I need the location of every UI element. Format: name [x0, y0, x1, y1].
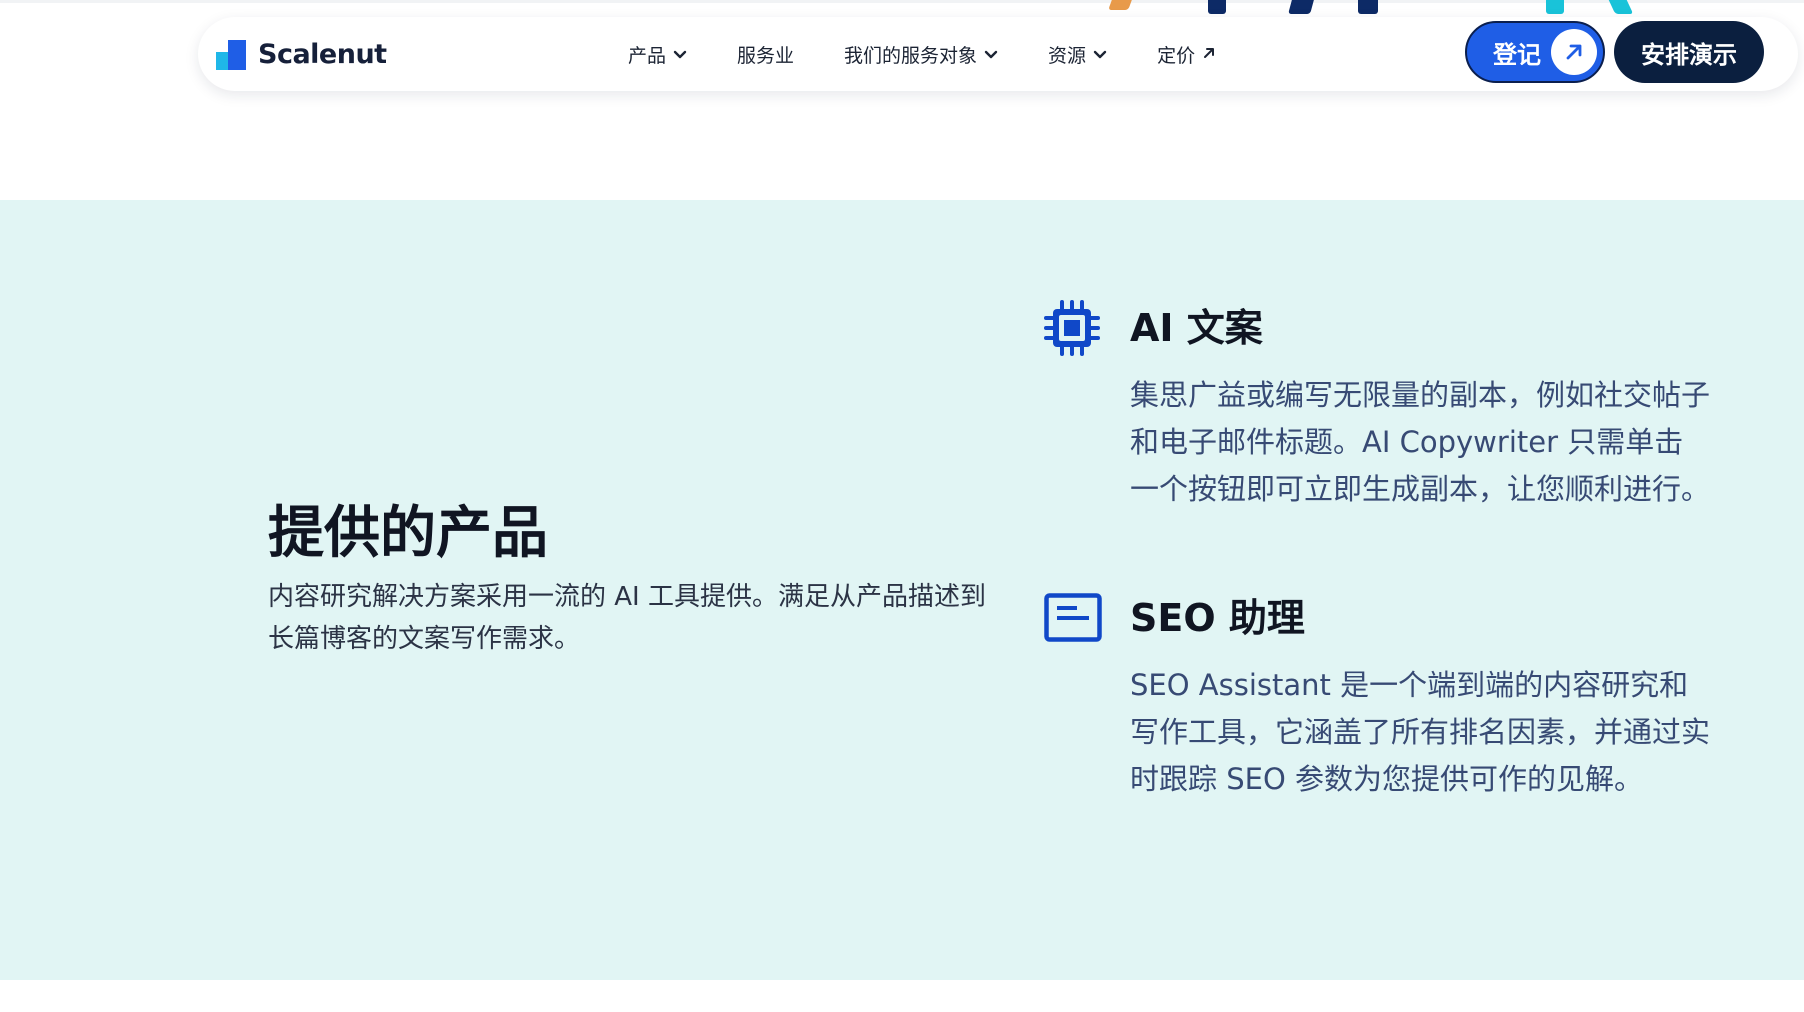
chevron-down-icon	[1093, 43, 1107, 65]
products-section: 提供的产品 内容研究解决方案采用一流的 AI 工具提供。满足从产品描述到长篇博客…	[0, 200, 1804, 980]
nav-item-label: 资源	[1048, 44, 1087, 67]
section-description: 内容研究解决方案采用一流的 AI 工具提供。满足从产品描述到长篇博客的文案写作需…	[268, 582, 986, 654]
nav-item-services[interactable]: 服务业	[737, 41, 794, 68]
nav-item-label: 产品	[628, 44, 667, 67]
external-arrow-icon	[1202, 43, 1216, 65]
navbar: Scalenut 产品 服务业 我们的服务对象 资源 定价 登记 安排演示	[198, 17, 1798, 91]
main-nav: 产品 服务业 我们的服务对象 资源 定价	[628, 17, 1266, 91]
nav-item-resources[interactable]: 资源	[1048, 41, 1107, 68]
feature-title: SEO 助理	[1130, 596, 1305, 640]
brand-name: Scalenut	[258, 39, 387, 70]
nav-item-pricing[interactable]: 定价	[1157, 41, 1216, 68]
nav-item-label: 我们的服务对象	[844, 44, 978, 67]
nav-item-label: 服务业	[737, 44, 795, 67]
chip-icon	[1044, 300, 1100, 356]
nav-item-who-we-serve[interactable]: 我们的服务对象	[844, 41, 998, 68]
section-title: 提供的产品	[268, 501, 548, 566]
illustration-fragment	[1288, 0, 1314, 14]
illustration-fragment	[1546, 0, 1564, 14]
arrow-up-right-icon	[1551, 29, 1597, 75]
feature-title: AI 文案	[1130, 306, 1263, 350]
nav-item-products[interactable]: 产品	[628, 41, 687, 68]
login-button[interactable]: 登记	[1465, 21, 1605, 83]
page: Scalenut 产品 服务业 我们的服务对象 资源 定价 登记 安排演示 提供…	[0, 0, 1804, 1012]
chevron-down-icon	[673, 43, 687, 65]
login-button-label: 登记	[1493, 40, 1541, 69]
schedule-demo-button[interactable]: 安排演示	[1614, 21, 1764, 83]
illustration-fragment	[1208, 0, 1226, 14]
feature-description: SEO Assistant 是一个端到端的内容研究和写作工具，它涵盖了所有排名因…	[1130, 668, 1711, 796]
nav-item-label: 定价	[1157, 44, 1196, 67]
scalenut-logo-icon	[216, 39, 246, 70]
products-intro: 提供的产品 内容研究解决方案采用一流的 AI 工具提供。满足从产品描述到长篇博客…	[268, 498, 988, 660]
feature-description: 集思广益或编写无限量的副本，例如社交帖子和电子邮件标题。AI Copywrite…	[1130, 378, 1711, 506]
illustration-fragment	[1108, 0, 1132, 10]
illustration-fragment	[1358, 0, 1378, 14]
top-divider	[0, 0, 1804, 3]
chevron-down-icon	[984, 43, 998, 65]
document-icon	[1044, 590, 1102, 646]
schedule-demo-label: 安排演示	[1641, 40, 1737, 69]
brand-logo[interactable]: Scalenut	[216, 39, 387, 70]
